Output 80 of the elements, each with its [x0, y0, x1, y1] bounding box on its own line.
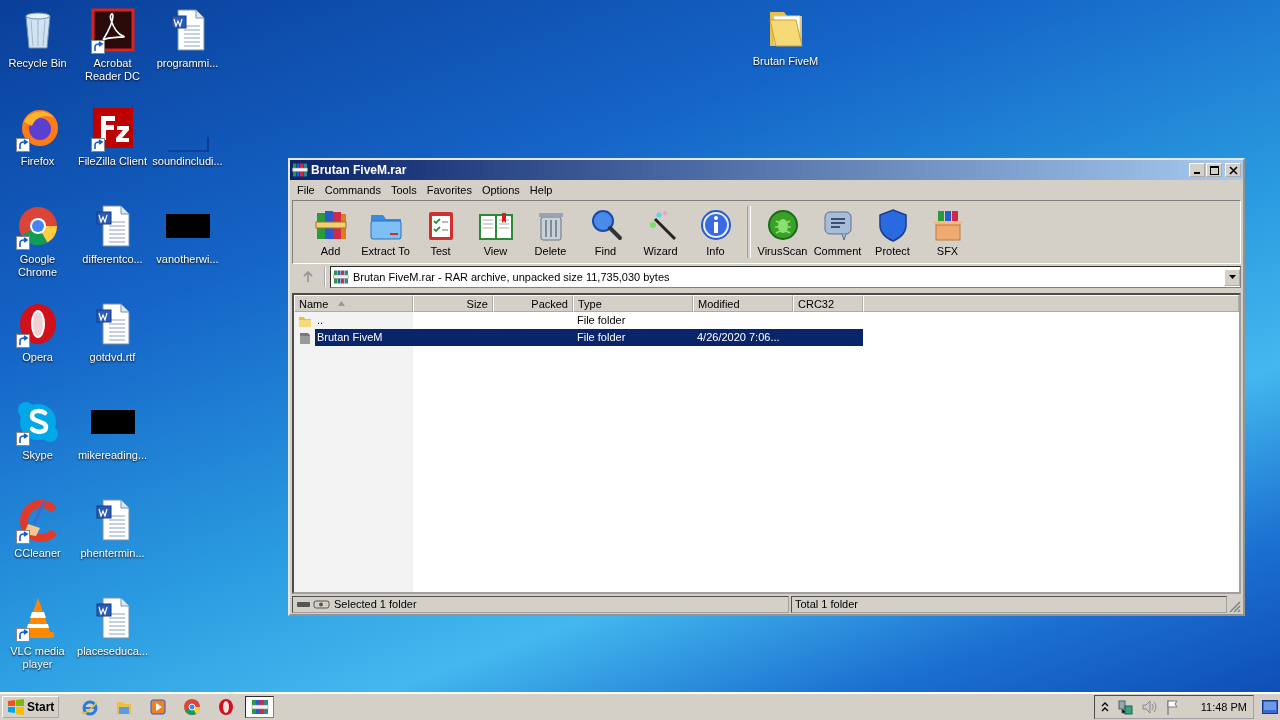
- up-arrow-icon: [302, 271, 314, 283]
- desktop-icon-label[interactable]: programmi...: [150, 57, 225, 70]
- image-thumbnail-icon: [163, 213, 212, 239]
- minimize-icon: [1194, 172, 1200, 174]
- toolbar-button[interactable]: Wizard: [633, 205, 688, 259]
- close-icon: [1228, 165, 1238, 175]
- desktop-icon-label[interactable]: vanotherwi...: [150, 253, 225, 266]
- caret-icon: [1228, 275, 1236, 279]
- volume-icon[interactable]: [1140, 699, 1157, 715]
- column-header[interactable]: Name: [294, 295, 413, 312]
- menu-item[interactable]: Tools: [386, 183, 422, 196]
- file-row[interactable]: Brutan FiveM File folder 4/26/2020 7:06...: [294, 329, 1239, 346]
- table-cell: File folder: [573, 329, 693, 346]
- menu-item[interactable]: Options: [476, 183, 525, 196]
- toolbar-button[interactable]: Comment: [810, 205, 865, 259]
- menu-item[interactable]: File: [292, 183, 320, 196]
- column-header[interactable]: Size: [413, 295, 493, 312]
- file-name: ..: [316, 313, 325, 328]
- file-row[interactable]: .. File folder: [294, 312, 1239, 329]
- flag-icon[interactable]: [1164, 699, 1181, 715]
- desktop-icon-label[interactable]: FileZilla Client: [75, 155, 150, 168]
- toolbar-button[interactable]: Protect: [865, 205, 920, 259]
- column-header[interactable]: Modified: [693, 295, 793, 312]
- clock[interactable]: 11:48 PM: [1200, 701, 1247, 713]
- minimize-button[interactable]: [1189, 163, 1205, 177]
- desktop-icon-label[interactable]: soundincludi...: [150, 155, 225, 168]
- address-field[interactable]: Brutan FiveM.rar - RAR archive, unpacked size 11,735,030 bytes: [330, 266, 1241, 288]
- resize-grip-icon[interactable]: [1229, 601, 1241, 613]
- toolbar-button[interactable]: Info: [688, 205, 743, 259]
- windows-logo-icon: [7, 699, 25, 715]
- media-player-icon: [148, 698, 167, 716]
- table-cell: 4/26/2020 7:06...: [693, 329, 793, 346]
- toolbar-button[interactable]: Add: [303, 205, 358, 259]
- menu-item[interactable]: Help: [524, 183, 558, 196]
- menu-item[interactable]: Favorites: [421, 183, 477, 196]
- desktop-icon-label[interactable]: differentco...: [75, 253, 150, 266]
- archive-app-icon: [292, 162, 308, 178]
- show-desktop-icon[interactable]: [1262, 700, 1278, 714]
- maximize-icon: [1209, 165, 1219, 175]
- toolbar-button[interactable]: Extract To: [358, 205, 413, 259]
- desktop-icon-label[interactable]: Google Chrome: [0, 253, 75, 279]
- browser-icon: [216, 698, 235, 716]
- toolbar-button[interactable]: Test: [413, 205, 468, 259]
- taskbar-button[interactable]: [245, 696, 275, 718]
- archive-app-icon: [250, 698, 269, 716]
- browser-icon: [80, 698, 99, 716]
- chevron-icon[interactable]: [1100, 702, 1109, 712]
- status-text: Selected 1 folder: [334, 598, 417, 610]
- menu-item[interactable]: Commands: [319, 183, 386, 196]
- maximize-button[interactable]: [1206, 163, 1222, 177]
- desktop-icon-label[interactable]: mikereading...: [75, 449, 150, 462]
- window-title: Brutan FiveM.rar: [311, 163, 408, 177]
- drive-icon: [296, 599, 330, 609]
- desktop-icon-label[interactable]: Firefox: [0, 155, 75, 168]
- column-header[interactable]: CRC32: [793, 295, 863, 312]
- toolbar-button[interactable]: Delete: [523, 205, 578, 259]
- browser-icon: [182, 698, 201, 716]
- start-button[interactable]: Start: [2, 696, 60, 718]
- desktop-icon-label[interactable]: Recycle Bin: [0, 57, 75, 70]
- toolbar-button[interactable]: Find: [578, 205, 633, 259]
- file-name: Brutan FiveM: [315, 329, 413, 346]
- folder-icon: [298, 330, 312, 345]
- status-text: Total 1 folder: [795, 598, 858, 610]
- toolbar-button[interactable]: View: [468, 205, 523, 259]
- archive-icon: [333, 269, 349, 285]
- column-header[interactable]: Packed: [493, 295, 573, 312]
- toolbar-button[interactable]: SFX: [920, 205, 975, 259]
- network-icon[interactable]: [1116, 699, 1133, 715]
- desktop-icon-label[interactable]: Opera: [0, 351, 75, 364]
- column-header[interactable]: Type: [573, 295, 693, 312]
- desktop-icon-label[interactable]: Acrobat Reader DC: [75, 57, 150, 83]
- desktop-icon-label[interactable]: Brutan FiveM: [748, 55, 823, 68]
- desktop-icon-label[interactable]: CCleaner: [0, 547, 75, 560]
- image-thumbnail-icon: [88, 409, 137, 435]
- desktop-icon-label[interactable]: Skype: [0, 449, 75, 462]
- dropdown-button[interactable]: [1224, 268, 1240, 286]
- desktop-icon-label[interactable]: gotdvd.rtf: [75, 351, 150, 364]
- table-cell-text: File folder: [576, 313, 627, 328]
- toolbar-button[interactable]: VirusScan: [755, 205, 810, 259]
- close-button[interactable]: [1225, 163, 1241, 177]
